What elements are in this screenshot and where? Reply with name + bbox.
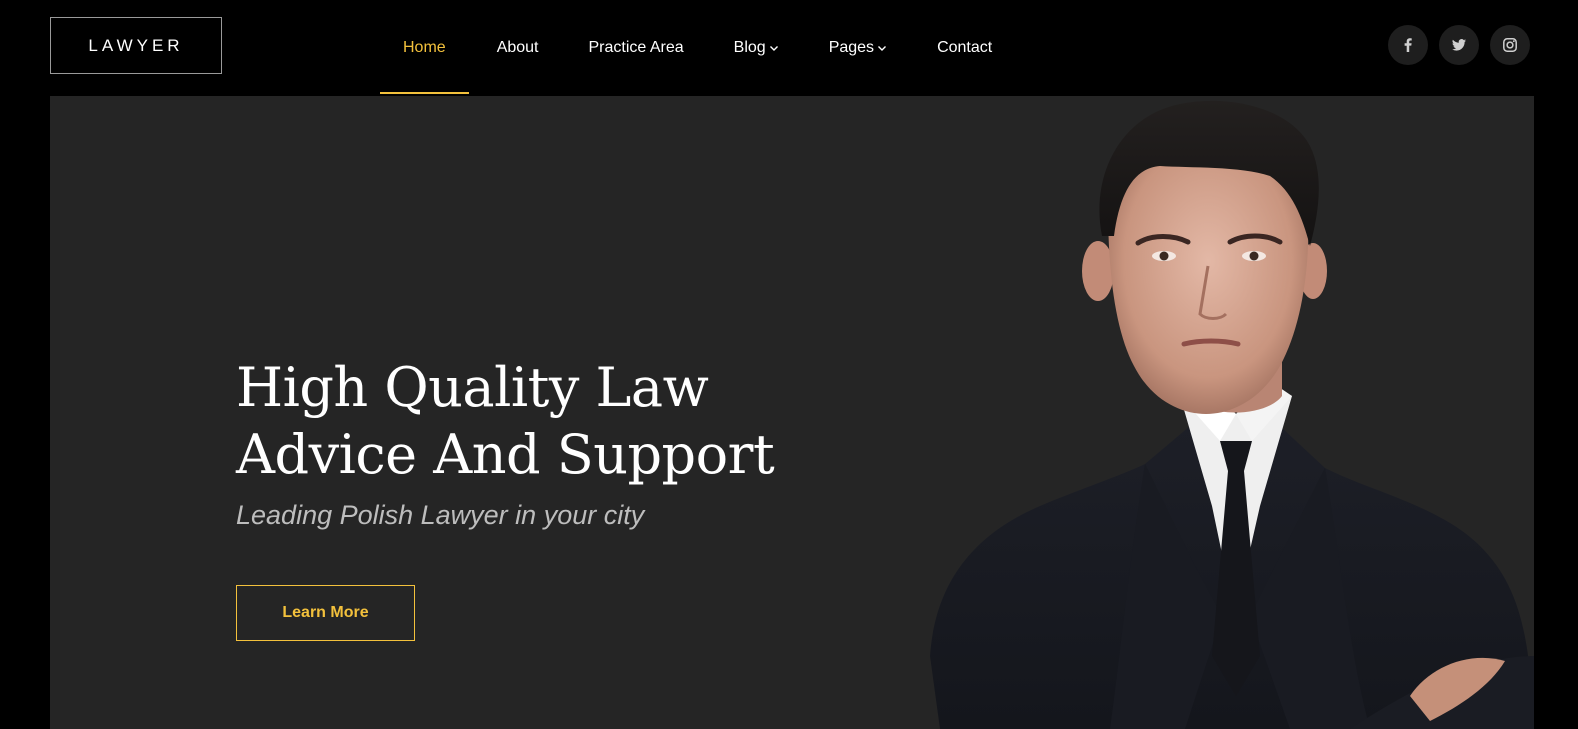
learn-more-button[interactable]: Learn More (236, 585, 415, 641)
instagram-icon (1503, 38, 1517, 52)
nav-blog-label: Blog (733, 39, 766, 56)
chevron-down-icon (877, 43, 887, 53)
nav-practice-area-label: Practice Area (588, 39, 684, 56)
main-nav: Home About Practice Area Blog Pages Cont… (380, 0, 992, 96)
nav-practice-area[interactable]: Practice Area (589, 0, 684, 96)
logo[interactable]: LAWYER (50, 17, 222, 74)
hero-title-line-1: High Quality Law (236, 356, 709, 419)
twitter-icon (1452, 39, 1466, 51)
lawyer-portrait (930, 100, 1534, 729)
nav-home-label: Home (403, 39, 446, 56)
nav-home[interactable]: Home (380, 0, 469, 96)
facebook-icon (1404, 38, 1412, 52)
nav-about-label: About (496, 39, 539, 56)
instagram-link[interactable] (1490, 25, 1530, 65)
twitter-link[interactable] (1439, 25, 1479, 65)
social-links (1388, 25, 1530, 65)
facebook-link[interactable] (1388, 25, 1428, 65)
site-header: LAWYER Home About Practice Area Blog Pag… (0, 0, 1578, 96)
nav-contact-label: Contact (937, 39, 993, 56)
chevron-down-icon (769, 43, 779, 53)
nav-pages[interactable]: Pages (829, 0, 887, 96)
nav-blog[interactable]: Blog (734, 0, 779, 96)
hero-section: High Quality Law Advice And Support Lead… (50, 96, 1534, 729)
hero-subtitle: Leading Polish Lawyer in your city (236, 500, 645, 530)
hero-title: High Quality Law Advice And Support (236, 354, 836, 488)
nav-about[interactable]: About (497, 0, 539, 96)
nav-contact[interactable]: Contact (937, 0, 992, 96)
hero-title-line-2: Advice And Support (236, 423, 775, 486)
nav-pages-label: Pages (828, 39, 875, 56)
